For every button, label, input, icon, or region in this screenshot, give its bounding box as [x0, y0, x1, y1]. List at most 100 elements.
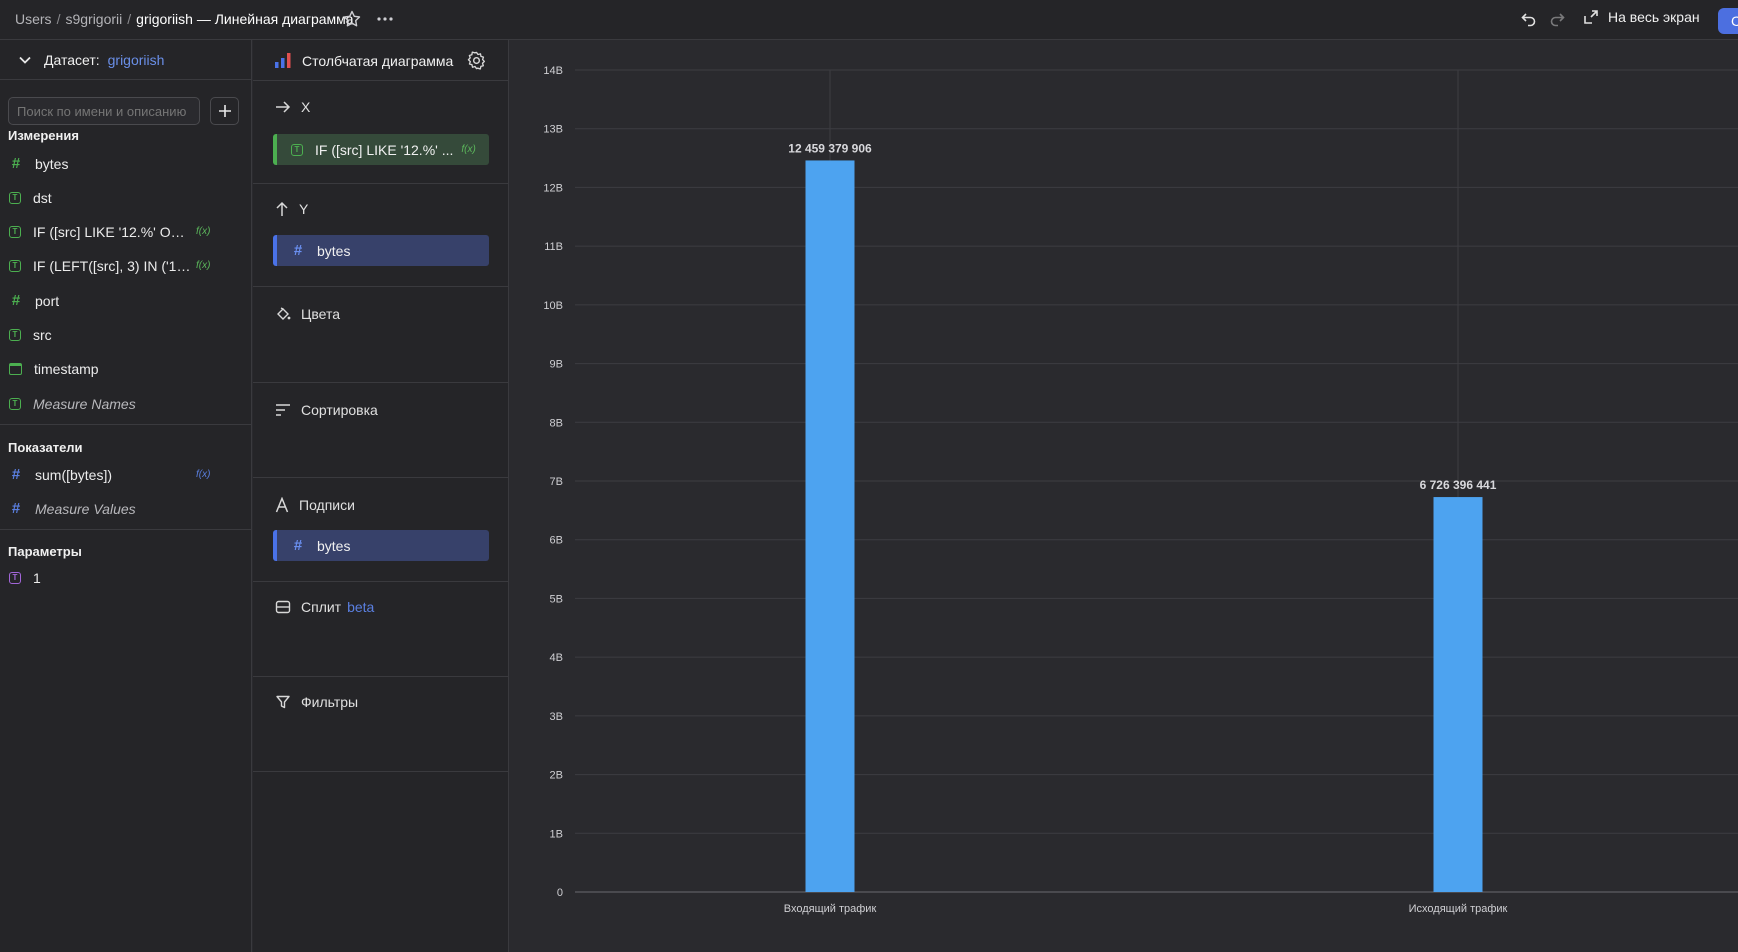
field-name: port	[35, 293, 60, 309]
formula-icon: f(x)	[196, 260, 211, 271]
section-split: Сплит beta	[253, 582, 509, 677]
chart-type-title: Столбчатая диаграмма	[302, 53, 454, 69]
breadcrumb: Users / s9grigorii / grigoriish — Линейн…	[15, 11, 354, 27]
field-sum-bytes[interactable]: # sum([bytes]) f(x)	[0, 458, 252, 492]
undo-icon[interactable]	[1520, 10, 1538, 28]
gear-icon[interactable]	[467, 51, 486, 70]
section-labels-title: Подписи	[275, 497, 355, 513]
field-name: timestamp	[34, 361, 99, 377]
field-timestamp[interactable]: timestamp	[0, 352, 252, 386]
y-tick-label: 0	[557, 887, 563, 899]
chart-area: 0 1B 2B 3B 4B 5B 6B 7B 8B 9B 10B 11B 12B 13B 14B 12 459…	[510, 40, 1738, 952]
star-icon[interactable]	[342, 9, 362, 29]
data-label: 12 459 379 906	[788, 141, 872, 155]
field-measure-values[interactable]: # Measure Values	[0, 492, 252, 526]
section-label: X	[301, 99, 311, 115]
hash-icon: #	[11, 500, 21, 517]
section-filters: Фильтры	[253, 677, 509, 772]
more-icon[interactable]	[375, 9, 395, 29]
chart-type-selector[interactable]: Столбчатая диаграмма	[253, 40, 509, 81]
y-field-chip[interactable]: # bytes	[273, 235, 489, 266]
field-name: bytes	[35, 156, 69, 172]
x-tick-label: Входящий трафик	[784, 903, 877, 915]
fullscreen-button[interactable]: На весь экран	[1583, 9, 1700, 25]
y-tick-label: 13B	[543, 124, 563, 136]
section-colors: Цвета	[253, 287, 509, 383]
field-name: Measure Names	[33, 396, 136, 412]
redo-icon[interactable]	[1548, 10, 1566, 28]
data-label: 6 726 396 441	[1420, 478, 1497, 492]
field-bytes[interactable]: # bytes	[0, 147, 252, 181]
section-filters-title: Фильтры	[275, 694, 358, 710]
y-tick-label: 6B	[550, 535, 563, 547]
bar	[805, 160, 855, 892]
field-if-left-src[interactable]: T IF (LEFT([src], 3) IN ('12... f(x)	[0, 249, 252, 283]
app: Users / s9grigorii / grigoriish — Линейн…	[0, 0, 1738, 952]
y-tick-label: 1B	[550, 828, 563, 840]
y-tick-label: 10B	[543, 300, 563, 312]
dataset-panel: Датасет: grigoriish Измерения # bytes T …	[0, 40, 252, 952]
hash-icon: #	[11, 466, 21, 483]
text-type-icon: T	[9, 260, 21, 272]
save-button[interactable]: С	[1718, 8, 1738, 34]
x-field-chip[interactable]: T IF ([src] LIKE '12.%' ... f(x)	[273, 134, 489, 165]
section-x-title: X	[275, 99, 310, 115]
field-name: src	[33, 327, 52, 343]
field-measure-names[interactable]: T Measure Names	[0, 387, 252, 421]
split-icon	[275, 600, 291, 614]
section-split-title: Сплит beta	[275, 599, 374, 615]
chip-label: IF ([src] LIKE '12.%' ...	[315, 141, 454, 158]
section-label: Сортировка	[301, 402, 378, 418]
section-label: Цвета	[301, 306, 340, 322]
field-param-1[interactable]: T 1	[0, 561, 252, 595]
field-name: 1	[33, 570, 41, 586]
expand-icon	[1584, 10, 1598, 24]
add-field-button[interactable]	[210, 97, 239, 125]
text-type-icon: T	[9, 572, 21, 584]
plus-icon	[218, 105, 231, 117]
y-tick-label: 5B	[550, 593, 563, 605]
labels-field-chip[interactable]: # bytes	[273, 530, 489, 561]
dimensions-title: Измерения	[8, 128, 79, 143]
field-src[interactable]: T src	[0, 318, 252, 352]
y-tick-label: 7B	[550, 476, 563, 488]
y-tick-label: 2B	[550, 770, 563, 782]
section-label: Y	[299, 201, 309, 217]
hash-icon: #	[11, 155, 21, 172]
section-labels: Подписи # bytes	[253, 478, 509, 582]
paint-bucket-icon	[277, 307, 291, 320]
chevron-down-icon	[19, 56, 31, 64]
section-sort: Сортировка	[253, 383, 509, 478]
field-dst[interactable]: T dst	[0, 181, 252, 215]
y-tick-label: 8B	[550, 417, 563, 429]
dataset-selector[interactable]: Датасет: grigoriish	[0, 40, 252, 80]
page-title: grigoriish — Линейная диаграмма	[136, 11, 354, 27]
chip-label: bytes	[317, 537, 351, 554]
formula-icon: f(x)	[461, 144, 476, 155]
dataset-label: Датасет:	[44, 51, 100, 68]
breadcrumb-separator: /	[127, 11, 132, 27]
field-if-src-like[interactable]: T IF ([src] LIKE '12.%' OR [... f(x)	[0, 215, 252, 249]
text-type-icon: T	[9, 192, 21, 204]
text-type-icon: T	[9, 226, 21, 238]
section-label: Сплит	[301, 599, 342, 615]
y-tick-label: 14B	[543, 65, 563, 77]
top-bar: Users / s9grigorii / grigoriish — Линейн…	[0, 0, 1738, 40]
section-label: Подписи	[299, 497, 355, 513]
section-colors-title: Цвета	[275, 306, 340, 322]
dataset-name[interactable]: grigoriish	[108, 52, 165, 68]
field-name: dst	[33, 190, 52, 206]
field-name: sum([bytes])	[35, 467, 113, 483]
field-name: IF ([src] LIKE '12.%' OR [...	[33, 224, 193, 240]
divider	[0, 529, 252, 530]
beta-badge: beta	[347, 599, 375, 615]
breadcrumb-user[interactable]: s9grigorii	[65, 11, 122, 27]
arrow-up-icon	[276, 201, 288, 216]
parameters-title: Параметры	[8, 544, 82, 559]
field-port[interactable]: # port	[0, 284, 252, 318]
breadcrumb-users[interactable]: Users	[15, 11, 52, 27]
hash-icon: #	[11, 292, 21, 309]
search-input[interactable]	[8, 97, 200, 125]
text-type-icon: T	[9, 398, 21, 410]
measures-title: Показатели	[8, 440, 83, 455]
